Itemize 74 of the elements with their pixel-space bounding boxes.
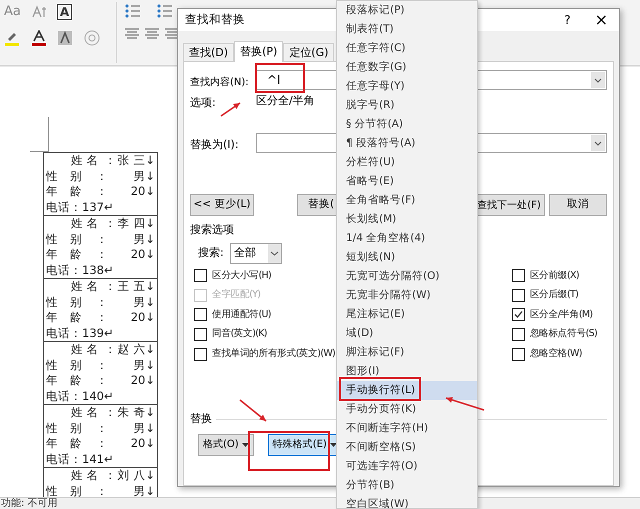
field-value: 20↓	[130, 373, 155, 388]
colon-text: ：	[96, 232, 108, 247]
status-text: 功能: 不可用	[1, 498, 58, 509]
field-label: 姓 名	[71, 216, 99, 232]
checkbox-label: 区分前缀(X)	[530, 268, 579, 283]
field-value: 男↓	[133, 294, 155, 310]
field-label: 姓 名	[71, 342, 99, 358]
checkbox-label: 使用通配符(U)	[212, 308, 271, 322]
checkbox-label: 全字匹配(Y)	[212, 288, 260, 302]
find-label: 查找内容(N):	[190, 77, 249, 88]
colon-text: ：	[96, 358, 108, 373]
phone-text: 电话：140↵	[46, 388, 115, 404]
colon-text: ：	[96, 373, 108, 388]
colon-text: ：	[96, 184, 108, 200]
field-label: 性 别	[46, 294, 82, 310]
search-label: 搜索:	[198, 244, 225, 261]
field-value: 男↓	[133, 484, 155, 497]
colon-text: ：	[104, 153, 117, 168]
field-value: 朱 奇↓	[118, 405, 155, 420]
replace-label: 替换为(I):	[190, 138, 239, 151]
field-value: 刘 八↓	[118, 468, 155, 484]
field-value: 20↓	[130, 247, 155, 262]
field-label: 年 龄	[46, 310, 82, 326]
field-label: 年 龄	[46, 373, 82, 388]
colon-text: ：	[104, 216, 117, 232]
checkbox-label: 同音(英文)(K)	[212, 327, 267, 342]
field-value: 张 三↓	[118, 153, 155, 168]
options-value: 区分全/半角	[256, 92, 315, 109]
colon-text: ：	[96, 436, 108, 452]
phone-text: 电话：138↵	[46, 262, 115, 278]
colon-text: ：	[96, 247, 108, 262]
replace-section-heading: 替换	[190, 411, 212, 428]
colon-text: ：	[104, 405, 117, 420]
checkbox-label: 忽略标点符号(S)	[530, 327, 597, 342]
field-value: 20↓	[130, 310, 155, 326]
field-label: 姓 名	[71, 468, 99, 484]
field-label: 姓 名	[71, 405, 99, 420]
checkbox-label: 忽略空格(W)	[530, 347, 582, 362]
field-label: 性 别	[46, 232, 82, 247]
field-value: 男↓	[133, 168, 155, 184]
field-value: 20↓	[130, 436, 155, 452]
phone-text: 电话：139↵	[46, 326, 115, 341]
colon-text: ：	[104, 468, 117, 484]
field-label: 年 龄	[46, 184, 82, 200]
colon-text: ：	[96, 420, 108, 436]
field-label: 姓 名	[71, 279, 99, 294]
checkbox-label: 查找单词的所有形式(英文)(W)	[212, 347, 336, 362]
field-value: 赵 六↓	[118, 342, 155, 358]
field-label: 姓 名	[71, 153, 99, 168]
field-label: 性 别	[46, 420, 82, 436]
phone-text: 电话：137↵	[46, 200, 115, 215]
checkbox-label: 区分大小写(H)	[212, 268, 271, 283]
field-label: 性 别	[46, 484, 82, 497]
field-label: 性 别	[46, 358, 82, 373]
phone-text: 电话：141↵	[46, 452, 115, 467]
colon-text: ：	[96, 310, 108, 326]
colon-text: ：	[104, 342, 117, 358]
field-value: 李 四↓	[118, 216, 155, 232]
colon-text: ：	[96, 484, 108, 497]
field-label: 年 龄	[46, 247, 82, 262]
field-value: 王 五↓	[118, 279, 155, 294]
options-label: 选项:	[190, 96, 216, 109]
colon-text: ：	[96, 168, 108, 184]
checkbox-label: 区分全/半角(M)	[530, 308, 592, 322]
colon-text: ：	[96, 294, 108, 310]
colon-text: ：	[104, 279, 117, 294]
field-label: 性 别	[46, 168, 82, 184]
checkbox-label: 区分后缀(T)	[530, 288, 578, 302]
field-value: 20↓	[130, 184, 155, 200]
dialog-title: 查找和替换	[185, 11, 245, 28]
field-value: 男↓	[133, 420, 155, 436]
field-value: 男↓	[133, 232, 155, 247]
field-value: 男↓	[133, 358, 155, 373]
field-label: 年 龄	[46, 436, 82, 452]
